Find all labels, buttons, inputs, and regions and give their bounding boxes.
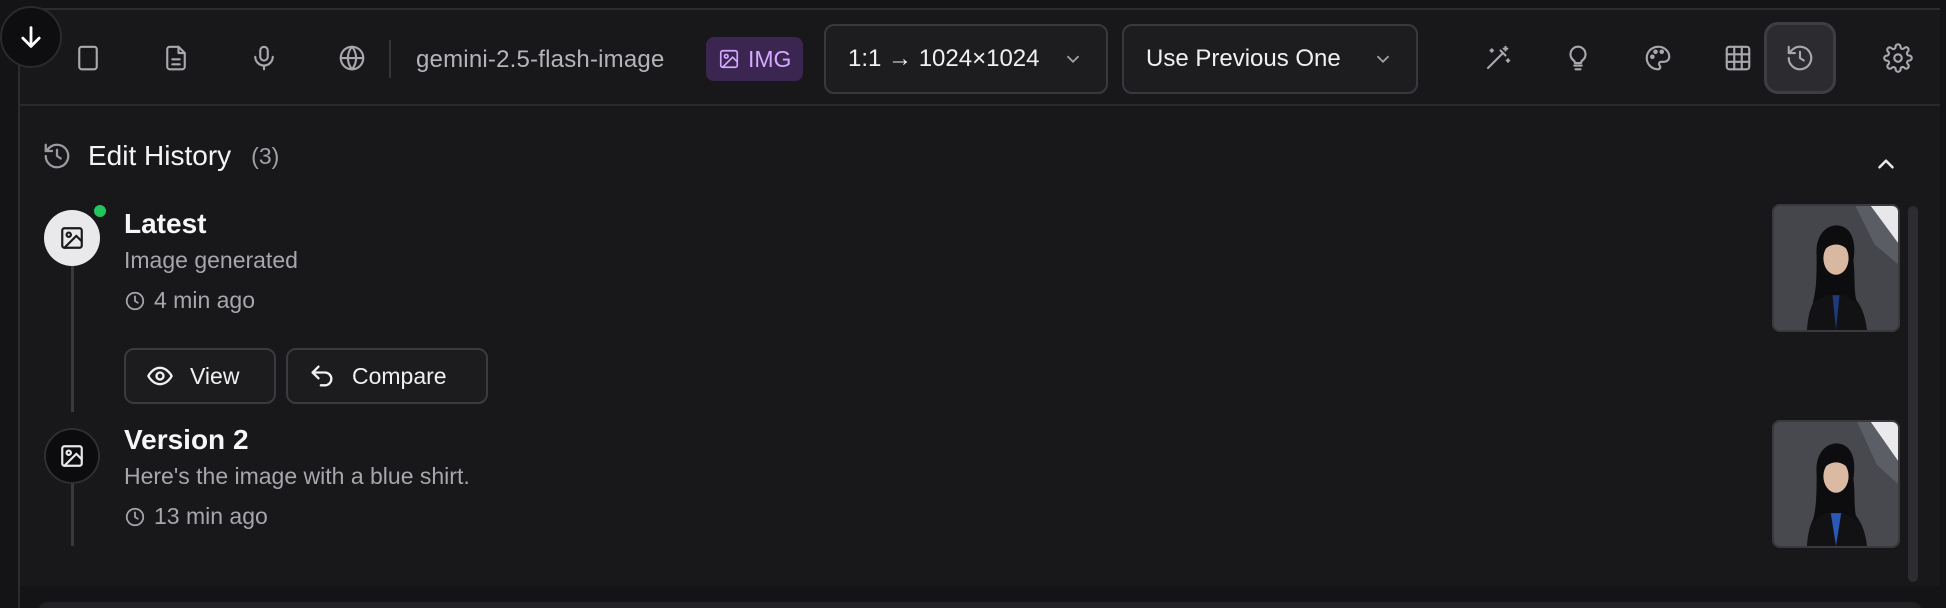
history-icon <box>44 143 70 169</box>
reference-image-select[interactable]: Use Previous One <box>1122 24 1418 94</box>
aspect-ratio-select[interactable]: 1:1 → 1024×1024 <box>824 24 1108 94</box>
magic-wand-icon[interactable] <box>1474 34 1522 82</box>
gear-icon[interactable] <box>1874 34 1922 82</box>
model-name: gemini-2.5-flash-image <box>416 46 665 73</box>
edit-history-count: (3) <box>251 142 280 169</box>
edit-history-title: Edit History <box>88 140 232 171</box>
clock-icon <box>125 291 145 310</box>
model-type-badge: IMG <box>706 37 804 81</box>
attach-icon[interactable] <box>64 34 112 82</box>
document-icon[interactable] <box>152 34 200 82</box>
compare-button[interactable]: Compare <box>286 348 488 404</box>
aspect-ratio-value: 1:1 → 1024×1024 <box>848 45 1040 72</box>
history-entry-time: 4 min ago <box>124 287 255 314</box>
globe-icon[interactable] <box>328 34 376 82</box>
compare-button-label: Compare <box>352 362 447 389</box>
history-icon <box>1787 45 1813 71</box>
history-thumbnail-latest[interactable] <box>1772 204 1900 332</box>
portrait-thumbnail <box>1774 422 1898 546</box>
history-entry-time: 13 min ago <box>124 503 268 530</box>
view-button[interactable]: View <box>124 348 276 404</box>
image-icon <box>61 227 83 249</box>
history-thumbnail-version-2[interactable] <box>1772 420 1900 548</box>
chevron-up-icon <box>1878 159 1894 169</box>
history-entry-description: Image generated <box>124 247 298 273</box>
history-entry-time-text: 13 min ago <box>154 503 268 529</box>
history-scrollbar[interactable] <box>1908 206 1918 582</box>
model-badge-label: IMG <box>748 45 792 72</box>
history-entry-time-text: 4 min ago <box>154 287 256 313</box>
undo-icon <box>311 365 333 387</box>
view-button-label: View <box>190 362 240 389</box>
grid-icon[interactable] <box>1714 34 1762 82</box>
history-entry-title: Version 2 <box>124 424 249 455</box>
collapse-history-button[interactable] <box>1866 144 1906 184</box>
toolbar-divider <box>389 40 391 78</box>
eye-icon <box>147 366 173 386</box>
portrait-thumbnail <box>1774 206 1898 330</box>
toolbar: gemini-2.5-flash-image IMG 1:1 → 1024×10… <box>20 10 1940 106</box>
microphone-icon[interactable] <box>240 34 288 82</box>
history-toggle-button[interactable] <box>1764 22 1836 94</box>
arrow-down-icon <box>21 26 41 48</box>
history-node-latest <box>44 210 100 266</box>
lightbulb-icon[interactable] <box>1554 34 1602 82</box>
app-frame: gemini-2.5-flash-image IMG 1:1 → 1024×10… <box>18 8 1940 608</box>
edit-history-header[interactable]: Edit History (3) <box>42 140 279 172</box>
clock-icon <box>125 507 145 526</box>
reference-image-value: Use Previous One <box>1146 45 1341 72</box>
image-icon <box>719 49 739 69</box>
scroll-down-button[interactable] <box>0 6 62 68</box>
next-panel-edge <box>38 602 1922 608</box>
timeline-connector <box>71 266 74 412</box>
chevron-down-icon <box>1066 55 1080 64</box>
palette-icon[interactable] <box>1634 34 1682 82</box>
history-node-version-2 <box>44 428 100 484</box>
current-status-dot <box>92 203 108 219</box>
chevron-down-icon <box>1376 55 1390 64</box>
history-entry-description: Here's the image with a blue shirt. <box>124 463 470 489</box>
history-entry-title: Latest <box>124 208 207 239</box>
timeline-connector <box>71 484 74 546</box>
image-icon <box>61 445 83 467</box>
